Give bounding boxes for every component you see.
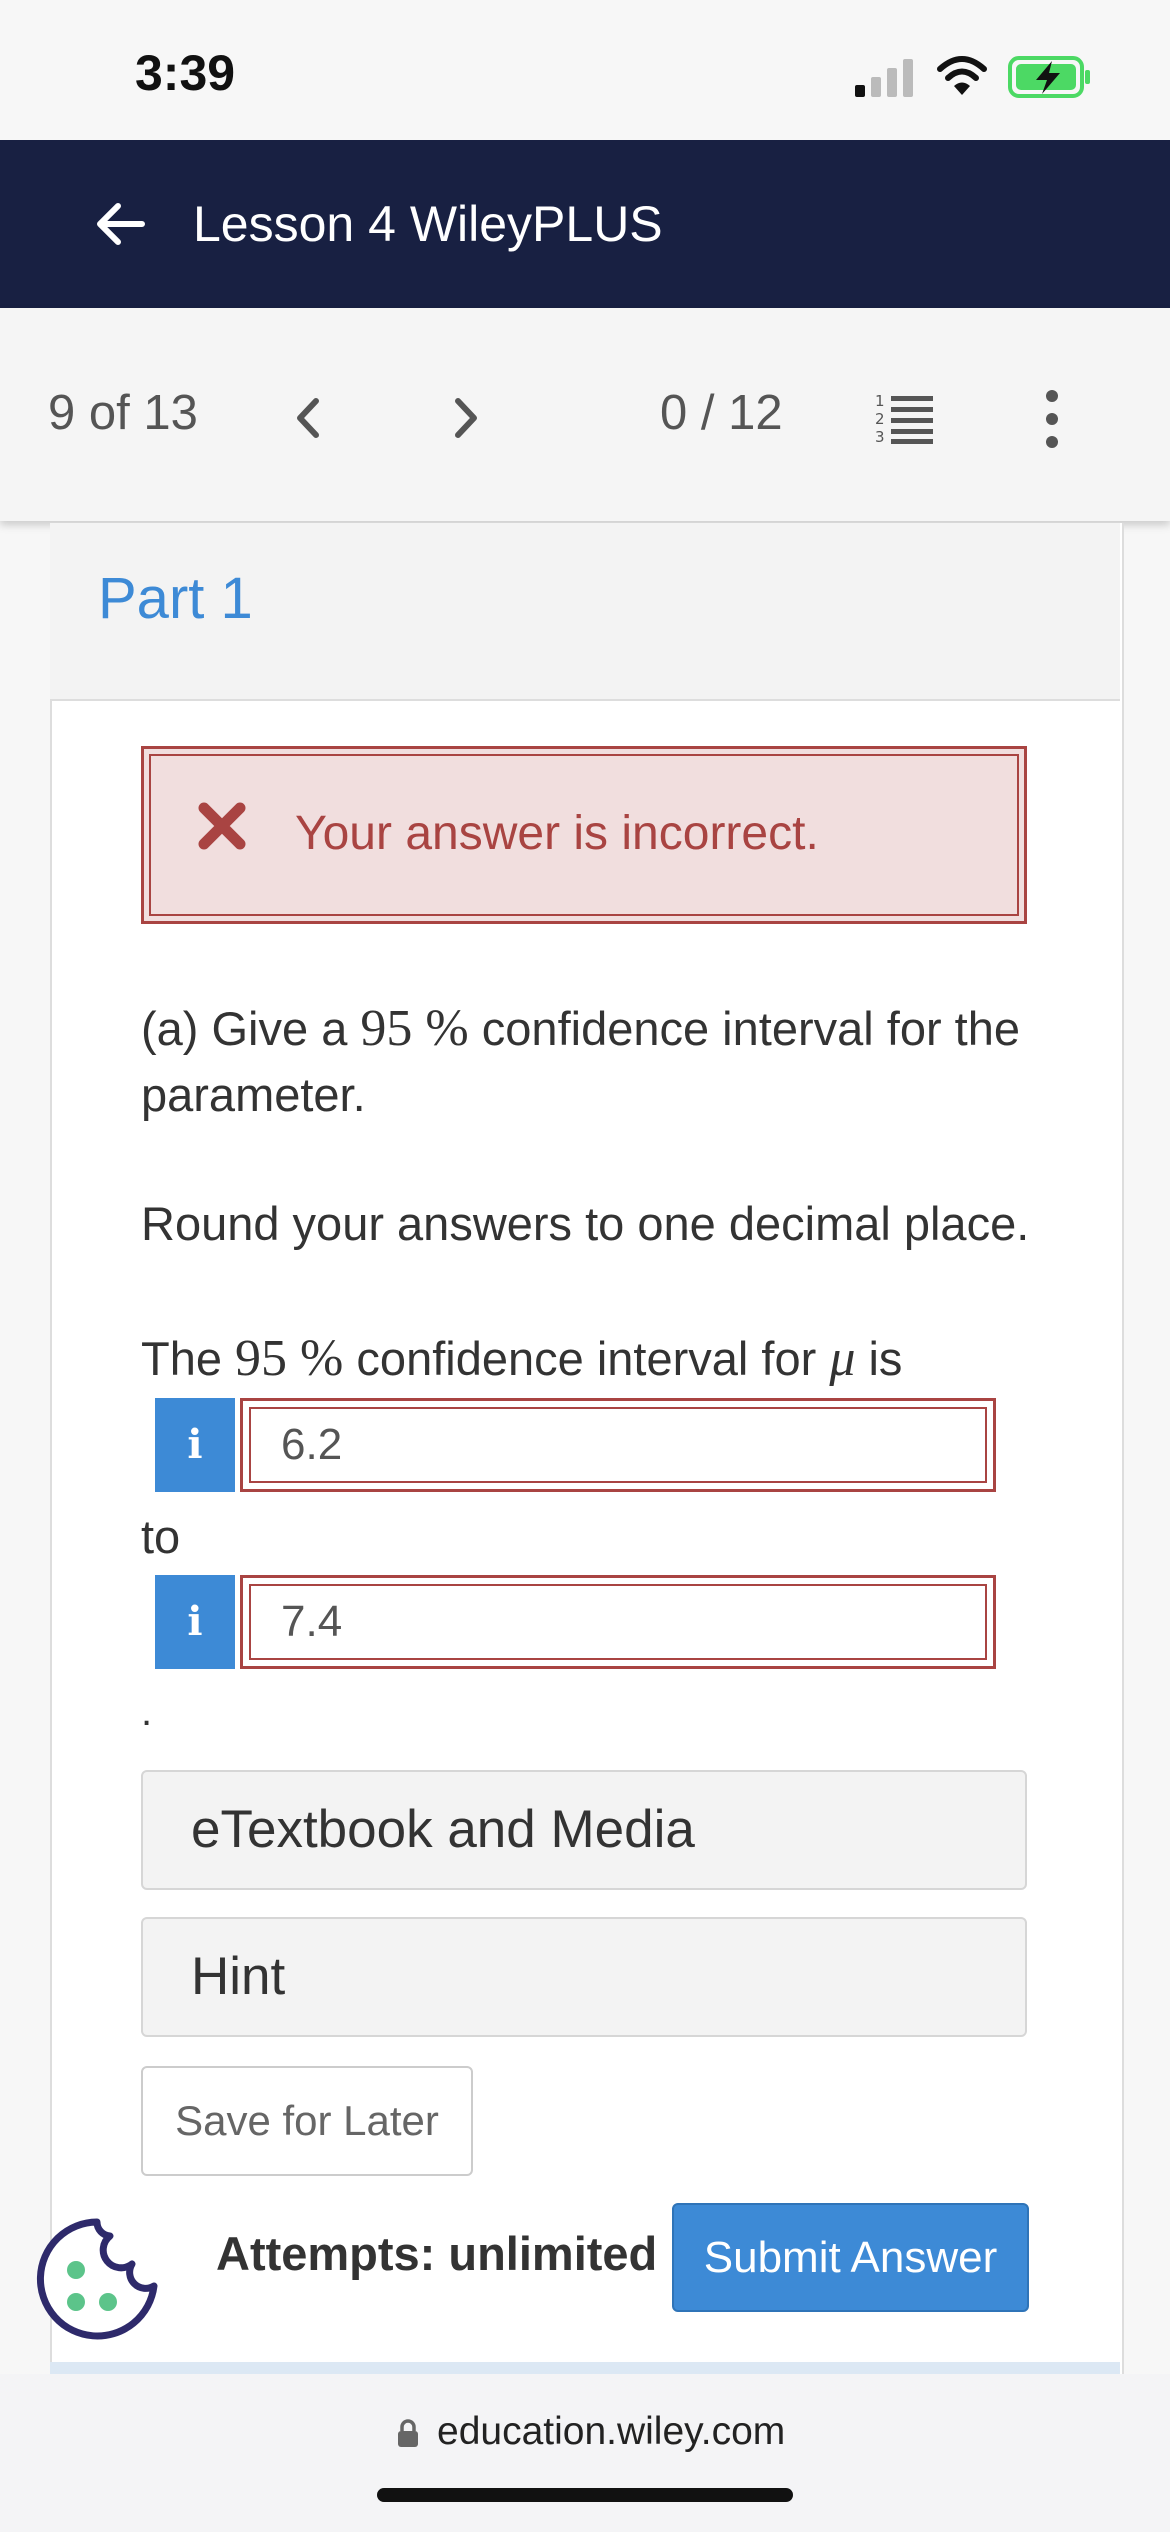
etextbook-media-toggle[interactable]: eTextbook and Media xyxy=(141,1770,1027,1890)
ci-prefix: The xyxy=(141,1332,236,1385)
svg-text:1: 1 xyxy=(875,392,885,410)
save-for-later-button[interactable]: Save for Later xyxy=(141,2066,473,2176)
signal-icon xyxy=(855,59,913,97)
info-button-lower[interactable]: i xyxy=(155,1398,235,1492)
ci-confidence-level: 95 % xyxy=(235,1330,344,1387)
part-title: Part 1 xyxy=(98,566,253,631)
question-prompt-prefix: (a) Give a xyxy=(141,1002,361,1055)
status-time: 3:39 xyxy=(135,45,236,101)
info-icon: i xyxy=(187,1421,203,1468)
svg-text:3: 3 xyxy=(875,428,885,446)
to-label: to xyxy=(141,1510,181,1563)
lock-icon xyxy=(398,2419,418,2447)
score-display: 0 / 12 xyxy=(660,386,783,440)
rounding-instruction: Round your answers to one decimal place. xyxy=(141,1197,1030,1250)
header-title: Lesson 4 WileyPLUS xyxy=(193,196,663,252)
confidence-level: 95 % xyxy=(360,1000,469,1057)
hint-toggle[interactable]: Hint xyxy=(141,1917,1027,2037)
home-indicator[interactable] xyxy=(377,2488,793,2502)
attempts-label: Attempts: unlimited xyxy=(216,2227,658,2280)
lower-bound-input[interactable]: 6.2 xyxy=(240,1398,996,1492)
ci-suffix: is xyxy=(868,1332,903,1385)
upper-bound-input[interactable]: 7.4 xyxy=(240,1575,996,1669)
feedback-message: Your answer is incorrect. xyxy=(295,807,819,860)
upper-bound-value[interactable]: 7.4 xyxy=(249,1584,987,1660)
cookie-icon[interactable] xyxy=(34,2216,160,2342)
question-position: 9 of 13 xyxy=(48,386,198,440)
url-text[interactable]: education.wiley.com xyxy=(437,2410,785,2454)
numbered-list-icon[interactable]: 1 2 3 xyxy=(873,390,935,446)
sentence-period: . xyxy=(141,1690,153,1734)
more-vertical-icon[interactable] xyxy=(1040,388,1064,450)
chevron-left-icon[interactable] xyxy=(290,395,326,441)
back-arrow-icon[interactable] xyxy=(92,196,148,252)
wifi-icon xyxy=(937,56,987,95)
submit-answer-button[interactable]: Submit Answer xyxy=(672,2203,1029,2312)
svg-text:2: 2 xyxy=(875,410,885,428)
chevron-right-icon[interactable] xyxy=(448,395,484,441)
ci-statement: The 95 % confidence interval for μ is xyxy=(141,1329,902,1388)
ci-middle: confidence interval for xyxy=(343,1332,830,1385)
mu-symbol: μ xyxy=(829,1330,856,1387)
info-icon: i xyxy=(187,1598,203,1645)
question-prompt: (a) Give a 95 % confidence interval for … xyxy=(141,996,1061,1128)
info-button-upper[interactable]: i xyxy=(155,1575,235,1669)
x-mark-icon xyxy=(198,802,246,850)
battery-charging-icon xyxy=(1008,56,1090,98)
lower-bound-value[interactable]: 6.2 xyxy=(249,1407,987,1483)
